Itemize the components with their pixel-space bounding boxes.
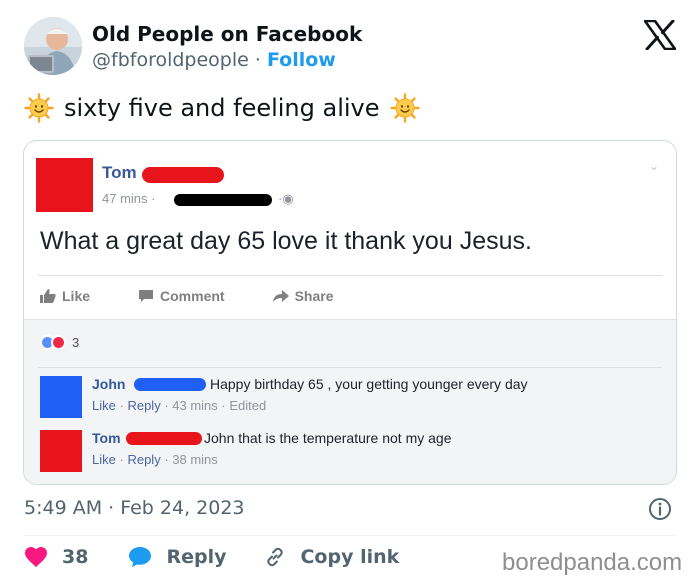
fb-post-author: Tom	[102, 163, 137, 182]
comment-reply-link: Reply	[127, 452, 161, 467]
x-logo-icon[interactable]	[643, 19, 677, 51]
author-name[interactable]: Old People on Facebook	[92, 22, 362, 46]
comment-text: Happy birthday 65 , your getting younger…	[210, 376, 528, 392]
comment-meta: Like · Reply · 38 mins	[92, 452, 218, 467]
heart-icon	[25, 547, 47, 567]
watermark: boredpanda.com	[502, 549, 683, 576]
globe-icon: ·◉	[278, 191, 294, 206]
fb-post-time: 47 mins ·	[102, 191, 156, 206]
fb-post-body: What a great day 65 love it thank you Je…	[40, 227, 532, 255]
comment-like-link: Like	[92, 452, 116, 467]
author-handle[interactable]: @fbforoldpeople	[92, 49, 249, 71]
fb-post-avatar	[36, 158, 93, 212]
copy-link-button[interactable]: Copy link	[264, 546, 399, 568]
embedded-image-card[interactable]: Tom 47 mins · ·◉ ⌄ What a great day 65 l…	[23, 140, 677, 485]
comment-like-link: Like	[92, 398, 116, 413]
comment-item: John Happy birthday 65 , your getting yo…	[40, 376, 660, 422]
redacted-name-bar	[142, 167, 224, 183]
fb-post-actions: Like Comment Share	[40, 288, 382, 304]
comment-time: · 38 mins	[164, 452, 218, 467]
like-count: 38	[62, 546, 89, 568]
fb-like-button: Like	[40, 288, 90, 304]
redacted-name-bar	[126, 432, 202, 445]
avatar[interactable]	[24, 17, 82, 75]
sun-emoji-icon	[389, 93, 420, 123]
love-reaction-icon	[51, 335, 66, 350]
comment-item: Tom John that is the temperature not my …	[40, 430, 660, 476]
fb-like-label: Like	[62, 288, 91, 304]
fb-share-button: Share	[272, 288, 334, 304]
comment-time: · 43 mins · Edited	[164, 398, 267, 413]
redacted-name-bar	[134, 378, 206, 391]
comment-avatar	[40, 430, 82, 472]
separator: ·	[254, 49, 261, 71]
tweet-body: sixty five and feeling alive	[64, 94, 380, 122]
share-arrow-icon	[272, 290, 289, 302]
divider	[24, 535, 676, 536]
separator: ·	[119, 398, 124, 413]
comment-icon	[139, 290, 154, 302]
comment-meta: Like · Reply · 43 mins · Edited	[92, 398, 266, 413]
follow-button[interactable]: Follow	[267, 49, 336, 71]
reply-button[interactable]: Reply	[128, 546, 226, 568]
chevron-down-icon: ⌄	[649, 159, 660, 173]
comment-reply-link: Reply	[127, 398, 161, 413]
elderly-man-laptop-avatar-icon	[24, 17, 82, 75]
fb-post: Tom 47 mins · ·◉ ⌄ What a great day 65 l…	[24, 141, 676, 319]
redacted-location-bar	[174, 194, 272, 206]
fb-comment-label: Comment	[160, 288, 225, 304]
sun-emoji-icon	[24, 93, 54, 123]
tweet-timestamp[interactable]: 5:49 AM · Feb 24, 2023	[24, 497, 245, 519]
comment-author: Tom	[92, 430, 121, 446]
divider	[38, 275, 662, 276]
reply-label: Reply	[166, 546, 227, 568]
link-icon	[267, 547, 284, 567]
comment-text: John that is the temperature not my age	[204, 430, 452, 446]
info-icon[interactable]	[648, 497, 672, 521]
copy-link-label: Copy link	[300, 546, 400, 568]
tweet-actions: 38 Reply Copy link	[24, 546, 399, 568]
comment-avatar	[40, 376, 82, 418]
reaction-count: 3	[72, 335, 80, 350]
fb-share-label: Share	[294, 288, 334, 304]
tweet-text: sixty five and feeling alive	[24, 93, 420, 123]
reaction-summary: 3	[40, 335, 79, 350]
thumbs-up-icon	[40, 289, 56, 303]
speech-bubble-icon	[129, 547, 152, 567]
fb-comment-button: Comment	[138, 288, 225, 304]
divider	[38, 367, 662, 368]
author-handle-row: @fbforoldpeople · Follow	[92, 49, 336, 71]
like-button[interactable]: 38	[24, 546, 88, 568]
fb-comments-section: 3 John Happy birthday 65 , your getting …	[24, 319, 676, 484]
comment-author: John	[92, 376, 126, 392]
separator: ·	[119, 452, 124, 467]
